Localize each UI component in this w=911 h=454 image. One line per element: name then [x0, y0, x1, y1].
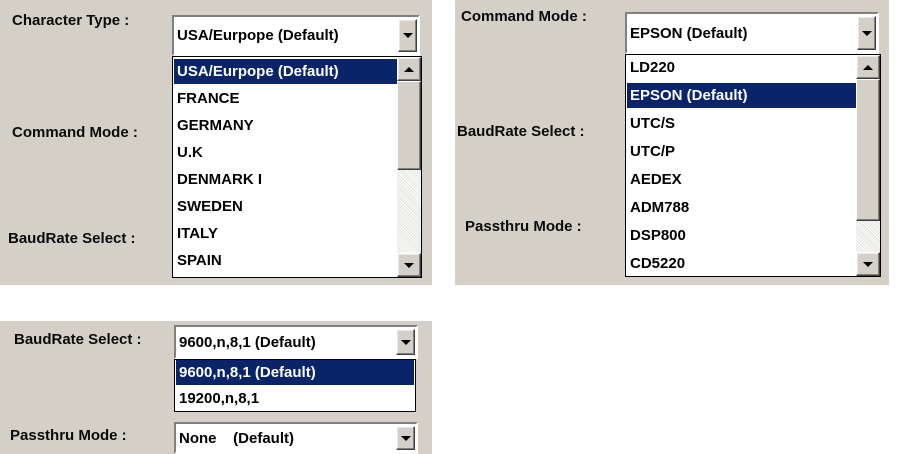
baudrate-select-label: BaudRate Select : — [14, 331, 142, 348]
command-mode-label: Command Mode : — [461, 8, 587, 25]
list-item[interactable]: AEDEX — [627, 167, 856, 192]
character-type-dropdown-list[interactable]: USA/Eurpope (Default) FRANCE GERMANY U.K… — [172, 56, 422, 278]
scrollbar-thumb[interactable] — [397, 81, 421, 170]
command-mode-dropdown-list[interactable]: LD220 EPSON (Default) UTC/S UTC/P AEDEX … — [625, 54, 881, 277]
scroll-down-arrow-icon — [863, 261, 873, 267]
list-item[interactable]: DENMARK I — [174, 167, 397, 192]
command-mode-combobox[interactable]: EPSON (Default) — [625, 12, 879, 54]
scroll-down-arrow-icon — [404, 262, 414, 268]
command-mode-dropdown-button[interactable] — [857, 16, 876, 50]
list-item[interactable]: UTC/S — [627, 111, 856, 136]
dropdown-arrow-icon — [861, 30, 872, 36]
command-mode-panel: Command Mode : EPSON (Default) BaudRate … — [455, 0, 889, 285]
scroll-down-button[interactable] — [397, 253, 421, 277]
list-item[interactable]: 19200,n,8,1 — [176, 386, 414, 411]
baudrate-combobox[interactable]: 9600,n,8,1 (Default) — [174, 325, 418, 359]
baudrate-value: 9600,n,8,1 (Default) — [179, 333, 316, 351]
list-item[interactable]: FRANCE — [174, 86, 397, 111]
passthru-mode-label: Passthru Mode : — [465, 218, 582, 235]
passthru-dropdown-button[interactable] — [396, 426, 415, 450]
passthru-mode-label: Passthru Mode : — [10, 427, 127, 444]
scroll-down-button[interactable] — [856, 252, 880, 276]
character-type-value: USA/Eurpope (Default) — [177, 27, 339, 44]
list-item[interactable]: CD5220 — [627, 251, 856, 276]
list-item[interactable]: UTC/P — [627, 139, 856, 164]
scroll-up-button[interactable] — [397, 57, 421, 81]
scroll-up-arrow-icon — [404, 66, 414, 72]
scroll-up-button[interactable] — [856, 55, 880, 79]
list-item[interactable]: LD220 — [627, 55, 856, 80]
character-type-label: Character Type : — [12, 12, 130, 29]
list-item[interactable]: DSP800 — [627, 223, 856, 248]
list-item[interactable]: SWEDEN — [174, 194, 397, 219]
list-item[interactable]: ITALY — [174, 221, 397, 246]
list-item[interactable]: ADM788 — [627, 195, 856, 220]
baudrate-dropdown-button[interactable] — [396, 329, 415, 355]
list-item[interactable]: SPAIN — [174, 248, 397, 273]
passthru-mode-value: None (Default) — [179, 429, 294, 447]
list-item[interactable]: U.K — [174, 140, 397, 165]
passthru-mode-combobox[interactable]: None (Default) — [174, 422, 418, 454]
list-item[interactable]: 9600,n,8,1 (Default) — [176, 360, 414, 385]
baudrate-select-label: BaudRate Select : — [8, 230, 136, 247]
baudrate-dropdown-list[interactable]: 9600,n,8,1 (Default) 19200,n,8,1 — [174, 359, 416, 412]
character-type-dropdown-button[interactable] — [398, 19, 417, 52]
character-type-panel: Character Type : USA/Eurpope (Default) C… — [0, 0, 432, 285]
dropdown-arrow-icon — [400, 339, 411, 345]
scroll-up-arrow-icon — [863, 64, 873, 70]
baudrate-panel: BaudRate Select : 9600,n,8,1 (Default) 9… — [0, 321, 432, 454]
baudrate-select-label: BaudRate Select : — [457, 123, 585, 140]
command-mode-label: Command Mode : — [12, 124, 138, 141]
dropdown-arrow-icon — [402, 33, 413, 38]
list-item[interactable]: EPSON (Default) — [627, 83, 856, 108]
list-item[interactable]: USA/Eurpope (Default) — [174, 59, 397, 84]
scrollbar-thumb[interactable] — [856, 79, 880, 221]
list-item[interactable]: GERMANY — [174, 113, 397, 138]
command-mode-value: EPSON (Default) — [630, 24, 748, 42]
character-type-combobox[interactable]: USA/Eurpope (Default) — [172, 15, 420, 56]
dropdown-arrow-icon — [400, 435, 411, 441]
